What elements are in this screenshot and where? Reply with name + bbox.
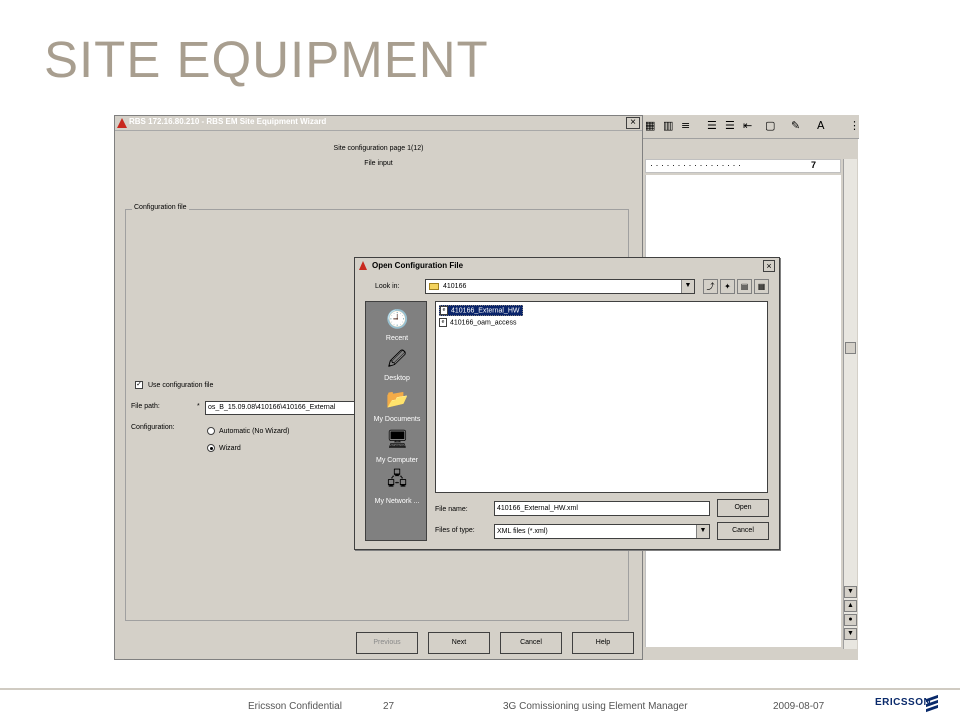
use-configuration-checkbox[interactable]: ✓ bbox=[135, 381, 143, 389]
close-icon[interactable]: × bbox=[763, 260, 775, 272]
wizard-title: RBS 172.16.80.210 - RBS EM Site Equipmen… bbox=[129, 117, 327, 126]
up-folder-icon[interactable]: ⤴ bbox=[703, 279, 718, 294]
help-button[interactable]: Help bbox=[572, 632, 634, 654]
warning-triangle-icon bbox=[117, 118, 127, 128]
footer-page-number: 27 bbox=[383, 701, 395, 712]
next-button[interactable]: Next bbox=[428, 632, 490, 654]
footer-divider bbox=[0, 688, 960, 690]
my-network-icon: 🖧 bbox=[386, 469, 408, 489]
xml-file-icon: e bbox=[440, 306, 448, 315]
group-label: Configuration file bbox=[132, 204, 189, 211]
folder-icon bbox=[429, 283, 439, 290]
border-icon[interactable]: ▢ bbox=[765, 119, 775, 132]
my-computer-icon: 🖥 bbox=[386, 429, 409, 449]
ericsson-logo-mark-icon bbox=[926, 694, 940, 713]
open-configuration-file-dialog: Open Configuration File × Look in: 41016… bbox=[354, 257, 780, 550]
place-label: Recent bbox=[385, 335, 409, 342]
close-icon[interactable]: × bbox=[626, 117, 640, 129]
filename-label: File name: bbox=[435, 506, 468, 513]
page-subtitle: File input bbox=[364, 160, 393, 167]
indent-icon[interactable]: ⇤ bbox=[743, 119, 752, 132]
toolbar-overflow-icon[interactable]: ⋮ bbox=[849, 119, 860, 132]
ruler-mark: 7 bbox=[811, 160, 817, 170]
dialog-cancel-button[interactable]: Cancel bbox=[717, 522, 769, 540]
word-ruler: · · · · · · · · · · · · · · · · · 7 bbox=[645, 159, 841, 173]
required-marker: * bbox=[197, 403, 200, 410]
word-toolbar: ▦ ▥ ≡ ☰ ☰ ⇤ ▢ ✎ A ⋮ bbox=[641, 115, 860, 139]
filename-input[interactable]: 410166_External_HW.xml bbox=[494, 501, 710, 516]
desktop-icon: 🖉 bbox=[387, 349, 407, 369]
my-documents-icon: 📂 bbox=[386, 389, 409, 409]
radio-selected-dot bbox=[210, 447, 213, 450]
word-vertical-scrollbar[interactable]: ▼ ▲ ● ▼ bbox=[843, 159, 857, 649]
scroll-down-icon[interactable]: ▼ bbox=[844, 586, 857, 598]
page-label: Site configuration page 1(12) bbox=[333, 145, 424, 152]
footer-date: 2009-08-07 bbox=[773, 701, 825, 712]
new-folder-icon[interactable]: ✦ bbox=[720, 279, 735, 294]
file-list[interactable]: e 410166_External_HW e 410166_oam_access bbox=[435, 301, 768, 493]
recent-icon: 🕘 bbox=[386, 309, 409, 329]
ericsson-logo: ERICSSON bbox=[875, 697, 932, 708]
table-icon[interactable]: ▦ bbox=[645, 119, 655, 132]
slide-title: SITE EQUIPMENT bbox=[44, 31, 489, 88]
place-label: Desktop bbox=[384, 375, 410, 382]
radio-automatic[interactable] bbox=[207, 427, 215, 435]
chevron-down-icon[interactable]: ▼ bbox=[696, 525, 709, 538]
cancel-button[interactable]: Cancel bbox=[500, 632, 562, 654]
scroll-thumb[interactable] bbox=[845, 342, 856, 354]
footer-course: 3G Comissioning using Element Manager bbox=[503, 701, 688, 712]
list-view-icon[interactable]: ▤ bbox=[737, 279, 752, 294]
font-color-icon[interactable]: A bbox=[817, 119, 825, 132]
previous-button[interactable]: Previous bbox=[356, 632, 418, 654]
place-label: My Network ... bbox=[374, 498, 420, 505]
chevron-down-icon[interactable]: ▼ bbox=[681, 280, 694, 293]
open-button[interactable]: Open bbox=[717, 499, 769, 517]
lookin-select[interactable]: 410166 ▼ bbox=[425, 279, 695, 294]
filetype-select[interactable]: XML files (*.xml) ▼ bbox=[494, 524, 710, 539]
next-page-icon[interactable]: ▼ bbox=[844, 628, 857, 640]
radio-wizard-label: Wizard bbox=[219, 445, 241, 452]
xml-file-icon: e bbox=[439, 318, 447, 327]
wizard-titlebar[interactable]: RBS 172.16.80.210 - RBS EM Site Equipmen… bbox=[115, 116, 642, 131]
file-path-input[interactable]: os_B_15.09.08\410166\410166_External bbox=[205, 401, 355, 415]
lookin-label: Look in: bbox=[375, 283, 400, 290]
details-view-icon[interactable]: ▦ bbox=[754, 279, 769, 294]
lookin-value: 410166 bbox=[443, 283, 467, 290]
filetype-label: Files of type: bbox=[435, 527, 475, 534]
file-path-label: File path: bbox=[131, 403, 160, 410]
numbering-icon[interactable]: ☰ bbox=[707, 119, 717, 132]
radio-automatic-label: Automatic (No Wizard) bbox=[219, 428, 290, 435]
place-label: My Documents bbox=[373, 416, 421, 423]
select-browse-icon[interactable]: ● bbox=[844, 614, 857, 626]
bullets-icon[interactable]: ☰ bbox=[725, 119, 735, 132]
filetype-value: XML files (*.xml) bbox=[497, 528, 548, 535]
previous-page-icon[interactable]: ▲ bbox=[844, 600, 857, 612]
file-item[interactable]: e 410166_External_HW bbox=[439, 305, 523, 316]
radio-wizard[interactable] bbox=[207, 444, 215, 452]
warning-triangle-icon bbox=[359, 261, 367, 270]
dialog-titlebar[interactable]: Open Configuration File × bbox=[355, 258, 779, 274]
highlight-icon[interactable]: ✎ bbox=[791, 119, 800, 132]
file-item[interactable]: e 410166_oam_access bbox=[439, 318, 519, 329]
places-bar: 🕘 Recent 🖉 Desktop 📂 My Documents 🖥 My C… bbox=[365, 301, 427, 541]
columns-icon[interactable]: ▥ bbox=[663, 119, 673, 132]
dialog-title: Open Configuration File bbox=[372, 261, 464, 270]
file-name-text: 410166_External_HW bbox=[451, 307, 520, 315]
file-name-text: 410166_oam_access bbox=[450, 319, 517, 327]
place-label: My Computer bbox=[375, 457, 418, 464]
use-configuration-label: Use configuration file bbox=[148, 382, 214, 389]
line-spacing-icon[interactable]: ≡ bbox=[681, 119, 690, 132]
configuration-label: Configuration: bbox=[131, 424, 175, 431]
footer-confidential: Ericsson Confidential bbox=[248, 701, 342, 712]
